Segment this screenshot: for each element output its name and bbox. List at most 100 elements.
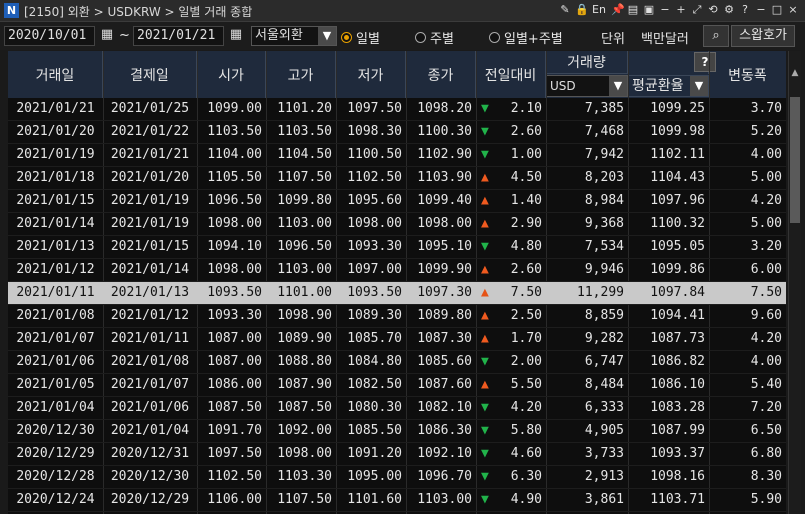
cell-low: 1093.50	[347, 285, 402, 300]
unit-label: 단위	[601, 32, 625, 47]
table-row[interactable]: 2021/01/14 2021/01/19 1098.00 1103.00 1098.0…	[8, 213, 786, 236]
cell-trade-date: 2021/01/15	[16, 193, 95, 208]
refresh-icon[interactable]: ⟲	[707, 3, 719, 17]
calendar-icon[interactable]: ▦	[97, 26, 117, 46]
avg-rate-select[interactable]: 평균환율 ▼	[628, 75, 709, 97]
cell-range: 6.80	[750, 446, 782, 461]
table-row[interactable]: 2021/01/11 2021/01/13 1093.50 1101.00 1093.5…	[8, 282, 786, 305]
table-row[interactable]: 2021/01/21 2021/01/25 1099.00 1101.20 1097.5…	[8, 98, 786, 121]
radio-daily-weekly[interactable]: 일별+주별	[489, 28, 563, 47]
radio-unselected-icon	[415, 32, 426, 43]
cell-avg-rate: 1099.98	[650, 124, 705, 139]
table-row[interactable]: 2021/01/18 2021/01/20 1105.50 1107.50 1102.5…	[8, 167, 786, 190]
scroll-up-icon[interactable]: ▲	[789, 51, 801, 95]
scrollbar-thumb[interactable]	[790, 97, 800, 223]
chevron-down-icon[interactable]: ▼	[690, 76, 708, 96]
table-row[interactable]: 2021/01/19 2021/01/21 1104.00 1104.50 1100.5…	[8, 144, 786, 167]
table-row[interactable]: 2021/01/12 2021/01/14 1098.00 1103.00 1097.0…	[8, 259, 786, 282]
table-row[interactable]: 2021/01/15 2021/01/19 1096.50 1099.80 1095.6…	[8, 190, 786, 213]
table-row[interactable]: 2020/12/30 2021/01/04 1091.70 1092.00 1085.5…	[8, 420, 786, 443]
arrow-up-icon: ▲	[481, 377, 489, 392]
cell-range: 6.00	[750, 262, 782, 277]
column-header-low[interactable]: 저가	[336, 51, 406, 98]
expand-icon[interactable]: ⤢	[691, 3, 703, 17]
table-row[interactable]: 2021/01/07 2021/01/11 1087.00 1089.90 1085.7…	[8, 328, 786, 351]
table-row[interactable]: 2021/01/04 2021/01/06 1087.50 1087.50 1080.3…	[8, 397, 786, 420]
cell-open: 1106.00	[207, 492, 262, 507]
close-icon[interactable]: ×	[787, 3, 799, 17]
cell-open: 1087.00	[207, 354, 262, 369]
zoom-in-icon[interactable]: +	[675, 3, 687, 17]
column-header-change[interactable]: 전일대비	[476, 51, 546, 98]
table-row[interactable]: 2020/12/24 2020/12/29 1106.00 1107.50 1101.6…	[8, 489, 786, 512]
arrow-up-icon: ▲	[481, 331, 489, 346]
cell-range: 7.20	[750, 400, 782, 415]
cell-low: 1084.80	[347, 354, 402, 369]
cell-open: 1093.50	[207, 285, 262, 300]
cell-high: 1103.00	[277, 262, 332, 277]
save-screen-icon[interactable]: ▣	[643, 3, 655, 17]
cell-volume: 8,203	[584, 170, 624, 185]
cell-trade-date: 2020/12/30	[16, 423, 95, 438]
start-date-input[interactable]: 2020/10/01	[4, 26, 95, 46]
settings-icon[interactable]: ⚙	[723, 3, 735, 17]
radio-daily[interactable]: 일별	[341, 28, 380, 47]
table-row[interactable]: 2020/12/28 2020/12/30 1102.50 1103.30 1095.0…	[8, 466, 786, 489]
table-row[interactable]: 2021/01/20 2021/01/22 1103.50 1103.50 1098.3…	[8, 121, 786, 144]
cell-avg-rate: 1099.25	[650, 101, 705, 116]
swap-quote-button[interactable]: 스왑호가	[731, 25, 795, 47]
market-select[interactable]: 서울외환 ▼	[251, 26, 337, 46]
cell-avg-rate: 1102.11	[650, 147, 705, 162]
cell-volume: 7,942	[584, 147, 624, 162]
end-date-input[interactable]: 2021/01/21	[133, 26, 224, 46]
edit-icon[interactable]: ✎	[559, 3, 571, 17]
vertical-scrollbar[interactable]: ▲	[788, 51, 801, 514]
cell-range: 4.20	[750, 193, 782, 208]
cell-open: 1104.00	[207, 147, 262, 162]
column-header-trade-date[interactable]: 거래일	[8, 51, 103, 98]
cell-settle-date: 2021/01/19	[110, 216, 190, 231]
table-row[interactable]: 2020/12/29 2020/12/31 1097.50 1098.00 1091.2…	[8, 443, 786, 466]
cell-volume: 8,984	[584, 193, 624, 208]
column-header-volume[interactable]: 거래량	[546, 51, 628, 74]
column-header-close[interactable]: 종가	[406, 51, 476, 98]
table-row[interactable]: 2021/01/08 2021/01/12 1093.30 1098.90 1089.3…	[8, 305, 786, 328]
cell-open: 1098.00	[207, 262, 262, 277]
cell-trade-date: 2021/01/14	[16, 216, 95, 231]
table-row[interactable]: 2021/01/06 2021/01/08 1087.00 1088.80 1084.8…	[8, 351, 786, 374]
zoom-out-icon[interactable]: −	[659, 3, 671, 17]
column-header-range[interactable]: 변동폭	[709, 51, 786, 98]
column-header-open[interactable]: 시가	[197, 51, 266, 98]
cell-avg-rate: 1098.16	[650, 469, 705, 484]
language-icon[interactable]: En	[591, 3, 607, 17]
cell-low: 1098.00	[347, 216, 402, 231]
cell-high: 1087.90	[277, 377, 332, 392]
maximize-icon[interactable]: □	[771, 3, 783, 17]
lock-icon[interactable]: 🔒	[575, 3, 589, 17]
cell-low: 1082.50	[347, 377, 402, 392]
cell-range: 4.00	[750, 354, 782, 369]
minimize-icon[interactable]: −	[755, 3, 767, 17]
calendar-icon[interactable]: ▦	[226, 26, 246, 46]
table-row[interactable]: 2021/01/13 2021/01/15 1094.10 1096.50 1093.3…	[8, 236, 786, 259]
cell-low: 1091.20	[347, 446, 402, 461]
help-icon[interactable]: ?	[739, 3, 751, 17]
cell-settle-date: 2021/01/06	[110, 400, 190, 415]
volume-currency-select[interactable]: USD ▼	[546, 75, 628, 97]
pin-icon[interactable]: 📌	[611, 3, 625, 17]
column-header-settle-date[interactable]: 결제일	[103, 51, 197, 98]
search-icon: ⌕	[712, 28, 720, 43]
cell-trade-date: 2021/01/19	[16, 147, 95, 162]
cell-volume: 4,905	[584, 423, 624, 438]
search-button[interactable]: ⌕	[703, 25, 729, 47]
radio-unselected-icon	[489, 32, 500, 43]
radio-weekly[interactable]: 주별	[415, 28, 454, 47]
cell-low: 1097.00	[347, 262, 402, 277]
layout-icon[interactable]: ▤	[627, 3, 639, 17]
chevron-down-icon[interactable]: ▼	[318, 27, 336, 45]
cell-high: 1088.80	[277, 354, 332, 369]
chevron-down-icon[interactable]: ▼	[609, 76, 627, 96]
arrow-up-icon: ▲	[481, 308, 489, 323]
table-row[interactable]: 2021/01/05 2021/01/07 1086.00 1087.90 1082.5…	[8, 374, 786, 397]
column-header-high[interactable]: 고가	[266, 51, 336, 98]
